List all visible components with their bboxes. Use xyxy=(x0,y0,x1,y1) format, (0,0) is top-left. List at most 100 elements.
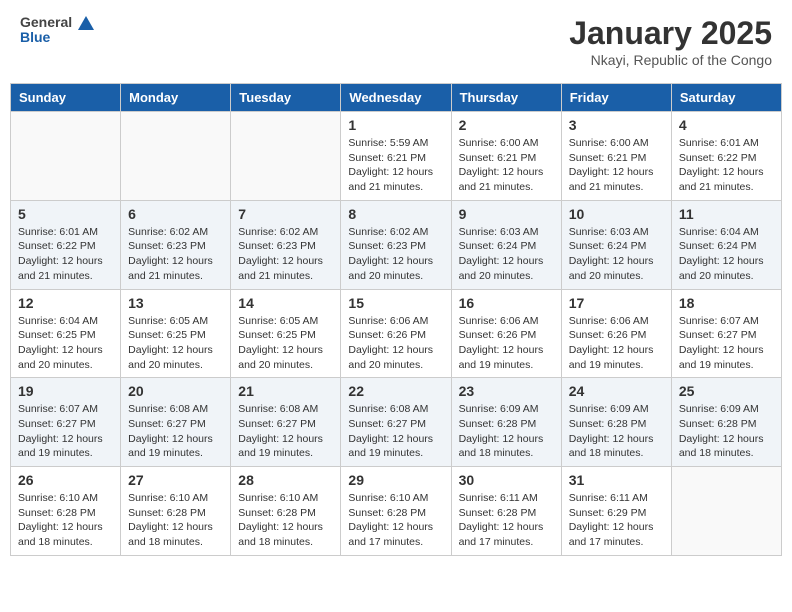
daylight-line2: and 17 minutes. xyxy=(459,535,554,550)
daylight-line2: and 20 minutes. xyxy=(348,269,443,284)
calendar-day-cell: 1 Sunrise: 5:59 AMSunset: 6:21 PMDaylight… xyxy=(341,112,451,201)
calendar-day-cell: 31 Sunrise: 6:11 AMSunset: 6:29 PMDayligh… xyxy=(561,467,671,556)
day-number: 31 xyxy=(569,472,664,488)
daylight-line2: and 18 minutes. xyxy=(128,535,223,550)
day-info: Sunrise: 6:00 AMSunset: 6:21 PMDaylight:… xyxy=(569,136,664,195)
sunset-line: Sunset: 6:26 PM xyxy=(459,328,554,343)
sunrise-line: Sunrise: 6:11 AM xyxy=(459,491,554,506)
calendar-day-cell: 4Sunrise: 6:01 AMSunset: 6:22 PMDaylight… xyxy=(671,112,781,201)
sunrise-line: Sunrise: 6:03 AM xyxy=(569,225,664,240)
sunrise-line: Sunrise: 6:00 AM xyxy=(569,136,664,151)
day-number: 12 xyxy=(18,295,113,311)
day-number: 3 xyxy=(569,117,664,133)
page-header: General Blue January 2025 Nkayi, Republi… xyxy=(10,10,782,73)
calendar-day-cell xyxy=(671,467,781,556)
day-number: 16 xyxy=(459,295,554,311)
calendar-day-cell xyxy=(231,112,341,201)
daylight-line2: and 20 minutes. xyxy=(238,358,333,373)
day-number: 11 xyxy=(679,206,774,222)
daylight-line1: Daylight: 12 hours xyxy=(569,254,664,269)
day-info: Sunrise: 6:11 AMSunset: 6:29 PMDaylight:… xyxy=(569,491,664,550)
title-block: January 2025 Nkayi, Republic of the Cong… xyxy=(569,15,772,68)
calendar-day-cell: 7Sunrise: 6:02 AMSunset: 6:23 PMDaylight… xyxy=(231,200,341,289)
sunset-line: Sunset: 6:26 PM xyxy=(569,328,664,343)
calendar-day-cell: 25Sunrise: 6:09 AMSunset: 6:28 PMDayligh… xyxy=(671,378,781,467)
sunset-line: Sunset: 6:28 PM xyxy=(128,506,223,521)
daylight-line2: and 20 minutes. xyxy=(128,358,223,373)
daylight-line2: and 19 minutes. xyxy=(348,446,443,461)
daylight-line1: Daylight: 12 hours xyxy=(459,520,554,535)
sunset-line: Sunset: 6:23 PM xyxy=(128,239,223,254)
daylight-line2: and 21 minutes. xyxy=(459,180,554,195)
daylight-line2: and 20 minutes. xyxy=(18,358,113,373)
daylight-line2: and 18 minutes. xyxy=(459,446,554,461)
sunset-line: Sunset: 6:28 PM xyxy=(459,417,554,432)
day-number: 13 xyxy=(128,295,223,311)
daylight-line1: Daylight: 12 hours xyxy=(459,165,554,180)
day-info: Sunrise: 6:08 AMSunset: 6:27 PMDaylight:… xyxy=(348,402,443,461)
sunrise-line: Sunrise: 6:10 AM xyxy=(128,491,223,506)
daylight-line1: Daylight: 12 hours xyxy=(569,343,664,358)
day-number: 10 xyxy=(569,206,664,222)
daylight-line2: and 20 minutes. xyxy=(348,358,443,373)
daylight-line1: Daylight: 12 hours xyxy=(459,254,554,269)
calendar-day-cell: 24Sunrise: 6:09 AMSunset: 6:28 PMDayligh… xyxy=(561,378,671,467)
sunset-line: Sunset: 6:29 PM xyxy=(569,506,664,521)
daylight-line1: Daylight: 12 hours xyxy=(348,343,443,358)
day-info: Sunrise: 5:59 AMSunset: 6:21 PMDaylight:… xyxy=(348,136,443,195)
daylight-line2: and 21 minutes. xyxy=(348,180,443,195)
day-number: 1 xyxy=(348,117,443,133)
daylight-line1: Daylight: 12 hours xyxy=(679,254,774,269)
day-info: Sunrise: 6:07 AMSunset: 6:27 PMDaylight:… xyxy=(18,402,113,461)
sunrise-line: Sunrise: 6:11 AM xyxy=(569,491,664,506)
sunset-line: Sunset: 6:27 PM xyxy=(238,417,333,432)
sunrise-line: Sunrise: 6:00 AM xyxy=(459,136,554,151)
daylight-line1: Daylight: 12 hours xyxy=(569,520,664,535)
daylight-line2: and 19 minutes. xyxy=(18,446,113,461)
calendar-week-row: 19 Sunrise: 6:07 AMSunset: 6:27 PMDayligh… xyxy=(11,378,782,467)
day-info: Sunrise: 6:05 AMSunset: 6:25 PMDaylight:… xyxy=(238,314,333,373)
day-number: 18 xyxy=(679,295,774,311)
daylight-line1: Daylight: 12 hours xyxy=(128,343,223,358)
sunset-line: Sunset: 6:28 PM xyxy=(459,506,554,521)
daylight-line2: and 19 minutes. xyxy=(459,358,554,373)
sunset-line: Sunset: 6:28 PM xyxy=(679,417,774,432)
day-number: 6 xyxy=(128,206,223,222)
calendar-day-cell: 17Sunrise: 6:06 AMSunset: 6:26 PMDayligh… xyxy=(561,289,671,378)
location: Nkayi, Republic of the Congo xyxy=(569,52,772,68)
sunrise-line: Sunrise: 6:10 AM xyxy=(238,491,333,506)
daylight-line1: Daylight: 12 hours xyxy=(679,165,774,180)
daylight-line2: and 18 minutes. xyxy=(18,535,113,550)
sunrise-line: Sunrise: 6:02 AM xyxy=(128,225,223,240)
daylight-line1: Daylight: 12 hours xyxy=(348,254,443,269)
daylight-line1: Daylight: 12 hours xyxy=(18,343,113,358)
sunset-line: Sunset: 6:21 PM xyxy=(459,151,554,166)
sunset-line: Sunset: 6:27 PM xyxy=(128,417,223,432)
day-number: 28 xyxy=(238,472,333,488)
daylight-line1: Daylight: 12 hours xyxy=(238,432,333,447)
daylight-line2: and 21 minutes. xyxy=(569,180,664,195)
sunrise-line: Sunrise: 6:08 AM xyxy=(128,402,223,417)
weekday-header-saturday: Saturday xyxy=(671,84,781,112)
daylight-line1: Daylight: 12 hours xyxy=(348,520,443,535)
sunrise-line: Sunrise: 6:04 AM xyxy=(679,225,774,240)
day-number: 29 xyxy=(348,472,443,488)
sunset-line: Sunset: 6:25 PM xyxy=(18,328,113,343)
sunset-line: Sunset: 6:24 PM xyxy=(569,239,664,254)
daylight-line2: and 20 minutes. xyxy=(569,269,664,284)
day-number: 19 xyxy=(18,383,113,399)
day-number: 22 xyxy=(348,383,443,399)
day-info: Sunrise: 6:06 AMSunset: 6:26 PMDaylight:… xyxy=(348,314,443,373)
day-info: Sunrise: 6:04 AMSunset: 6:25 PMDaylight:… xyxy=(18,314,113,373)
daylight-line2: and 17 minutes. xyxy=(348,535,443,550)
daylight-line2: and 18 minutes. xyxy=(238,535,333,550)
weekday-header-tuesday: Tuesday xyxy=(231,84,341,112)
day-info: Sunrise: 6:01 AMSunset: 6:22 PMDaylight:… xyxy=(679,136,774,195)
day-info: Sunrise: 6:10 AMSunset: 6:28 PMDaylight:… xyxy=(18,491,113,550)
daylight-line2: and 20 minutes. xyxy=(679,269,774,284)
logo: General Blue xyxy=(20,15,94,44)
day-number: 15 xyxy=(348,295,443,311)
weekday-header-wednesday: Wednesday xyxy=(341,84,451,112)
sunset-line: Sunset: 6:26 PM xyxy=(348,328,443,343)
logo-general: General xyxy=(20,15,94,30)
